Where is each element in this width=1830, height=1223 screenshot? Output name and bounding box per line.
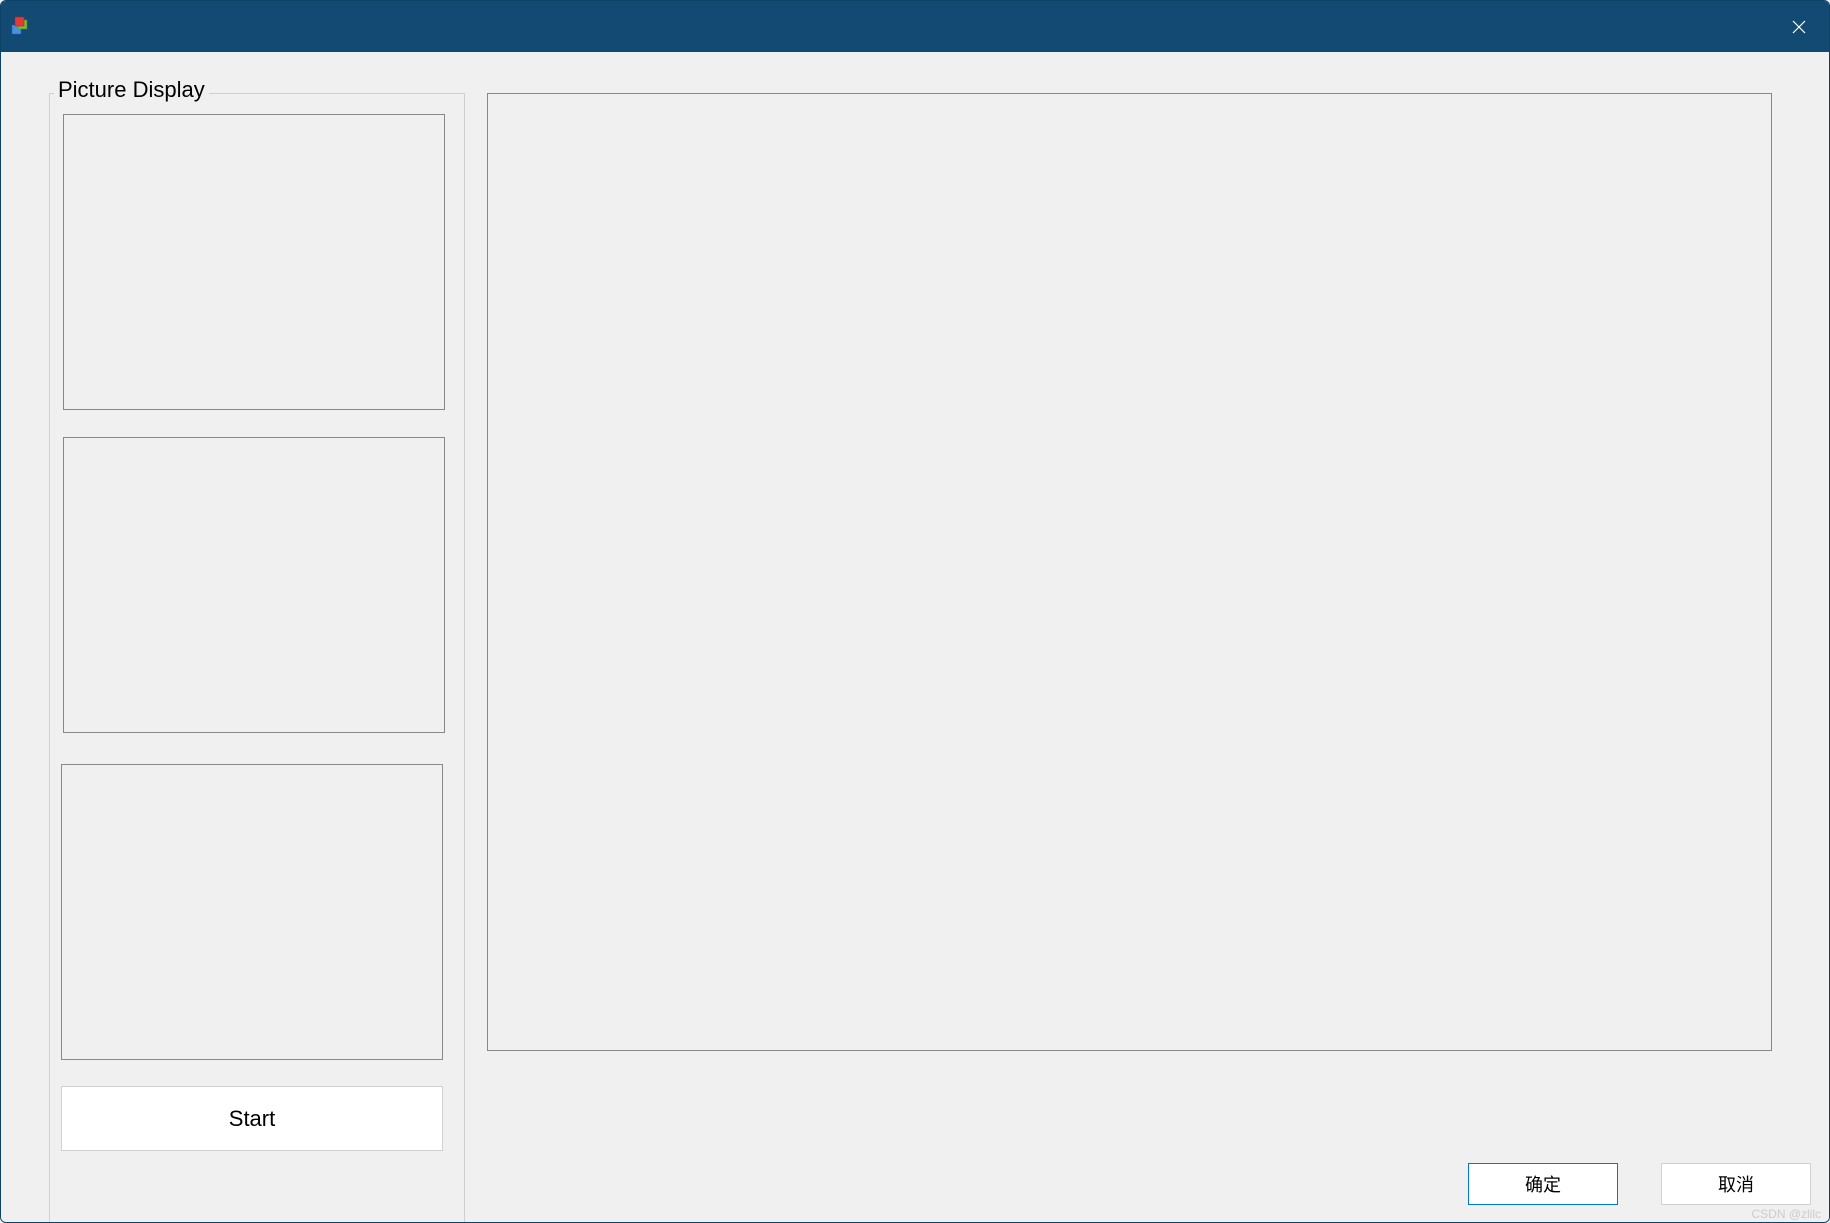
titlebar	[1, 1, 1829, 52]
watermark: CSDN @zlilc	[1751, 1207, 1821, 1221]
picture-display-groupbox: Picture Display Start	[49, 93, 465, 1223]
close-icon	[1791, 19, 1807, 35]
thumbnail-slot-1	[63, 114, 445, 410]
start-button[interactable]: Start	[61, 1086, 443, 1151]
cancel-button[interactable]: 取消	[1661, 1163, 1811, 1205]
thumbnail-slot-3	[61, 764, 443, 1060]
groupbox-label: Picture Display	[54, 77, 209, 103]
main-picture-area	[487, 93, 1772, 1051]
client-area: Picture Display Start 确定 取消 CSDN @zlilc	[1, 52, 1829, 1222]
main-window: Picture Display Start 确定 取消 CSDN @zlilc	[0, 0, 1830, 1223]
close-button[interactable]	[1769, 1, 1829, 52]
ok-button[interactable]: 确定	[1468, 1163, 1618, 1205]
app-icon	[9, 15, 33, 39]
thumbnail-slot-2	[63, 437, 445, 733]
